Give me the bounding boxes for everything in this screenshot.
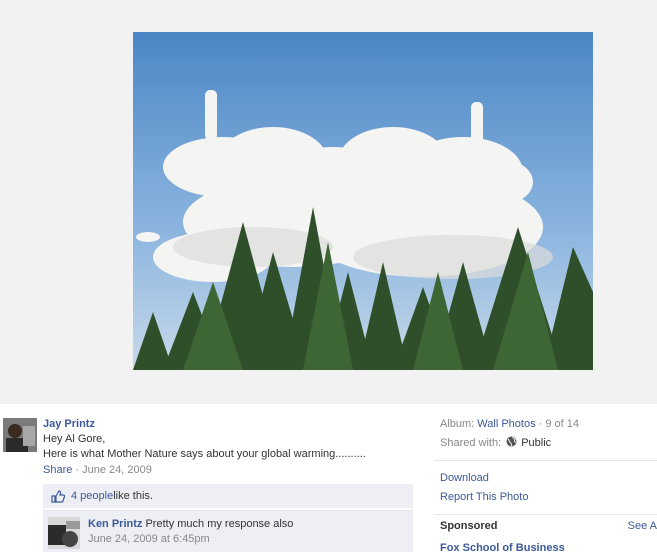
report-photo-link[interactable]: Report This Photo: [440, 490, 528, 505]
shared-with-value[interactable]: Public: [521, 437, 551, 449]
likes-count-link[interactable]: 4 people: [71, 490, 113, 502]
comment-body: Ken Printz Pretty much my response also …: [88, 517, 293, 547]
comment-date[interactable]: June 24, 2009 at 6:45pm: [88, 532, 293, 547]
commenter-avatar[interactable]: [48, 517, 80, 549]
author-name-link[interactable]: Jay Printz: [43, 417, 413, 432]
likes-summary: 4 people like this.: [43, 484, 413, 508]
post-body: Jay Printz Hey Al Gore, Here is what Mot…: [43, 417, 413, 478]
see-all-link[interactable]: See A: [628, 519, 657, 534]
photo-stage: [0, 0, 657, 404]
post-date[interactable]: June 24, 2009: [82, 464, 152, 476]
comment-item: Ken Printz Pretty much my response also …: [43, 510, 413, 552]
sponsored-divider: [434, 514, 657, 515]
likes-suffix: like this.: [113, 490, 153, 502]
share-link[interactable]: Share: [43, 464, 72, 476]
shared-with-label: Shared with:: [440, 437, 505, 449]
info-divider: [434, 460, 657, 461]
album-count: · 9 of 14: [535, 418, 580, 430]
commenter-name-link[interactable]: Ken Printz: [88, 518, 142, 530]
photo-info-panel: Album: Wall Photos · 9 of 14 Shared with…: [434, 404, 657, 552]
post-message-line-1: Hey Al Gore,: [43, 433, 106, 445]
shared-with-row: Shared with: Public: [440, 436, 551, 451]
download-link[interactable]: Download: [440, 471, 489, 486]
ad-title-link[interactable]: Fox School of Business: [440, 541, 565, 552]
post-message-line-2: Here is what Mother Nature says about yo…: [43, 448, 366, 460]
photo-post: Jay Printz Hey Al Gore, Here is what Mot…: [0, 404, 420, 552]
main-photo[interactable]: [133, 32, 593, 370]
sponsored-title: Sponsored: [440, 520, 498, 532]
commenter-avatar-image: [48, 517, 80, 549]
author-avatar[interactable]: [3, 418, 37, 452]
meta-separator: ·: [72, 464, 83, 476]
post-meta: Share · June 24, 2009: [43, 463, 413, 478]
album-row: Album: Wall Photos · 9 of 14: [440, 417, 579, 432]
comment-text: Pretty much my response also: [142, 518, 294, 530]
album-label: Album:: [440, 418, 478, 430]
sponsored-header: Sponsored See A: [440, 519, 657, 534]
album-link[interactable]: Wall Photos: [477, 418, 535, 430]
thumbs-up-icon: [51, 489, 65, 503]
globe-icon: [506, 436, 517, 447]
author-avatar-image: [3, 418, 37, 452]
cloud-photo-image: [133, 32, 593, 370]
